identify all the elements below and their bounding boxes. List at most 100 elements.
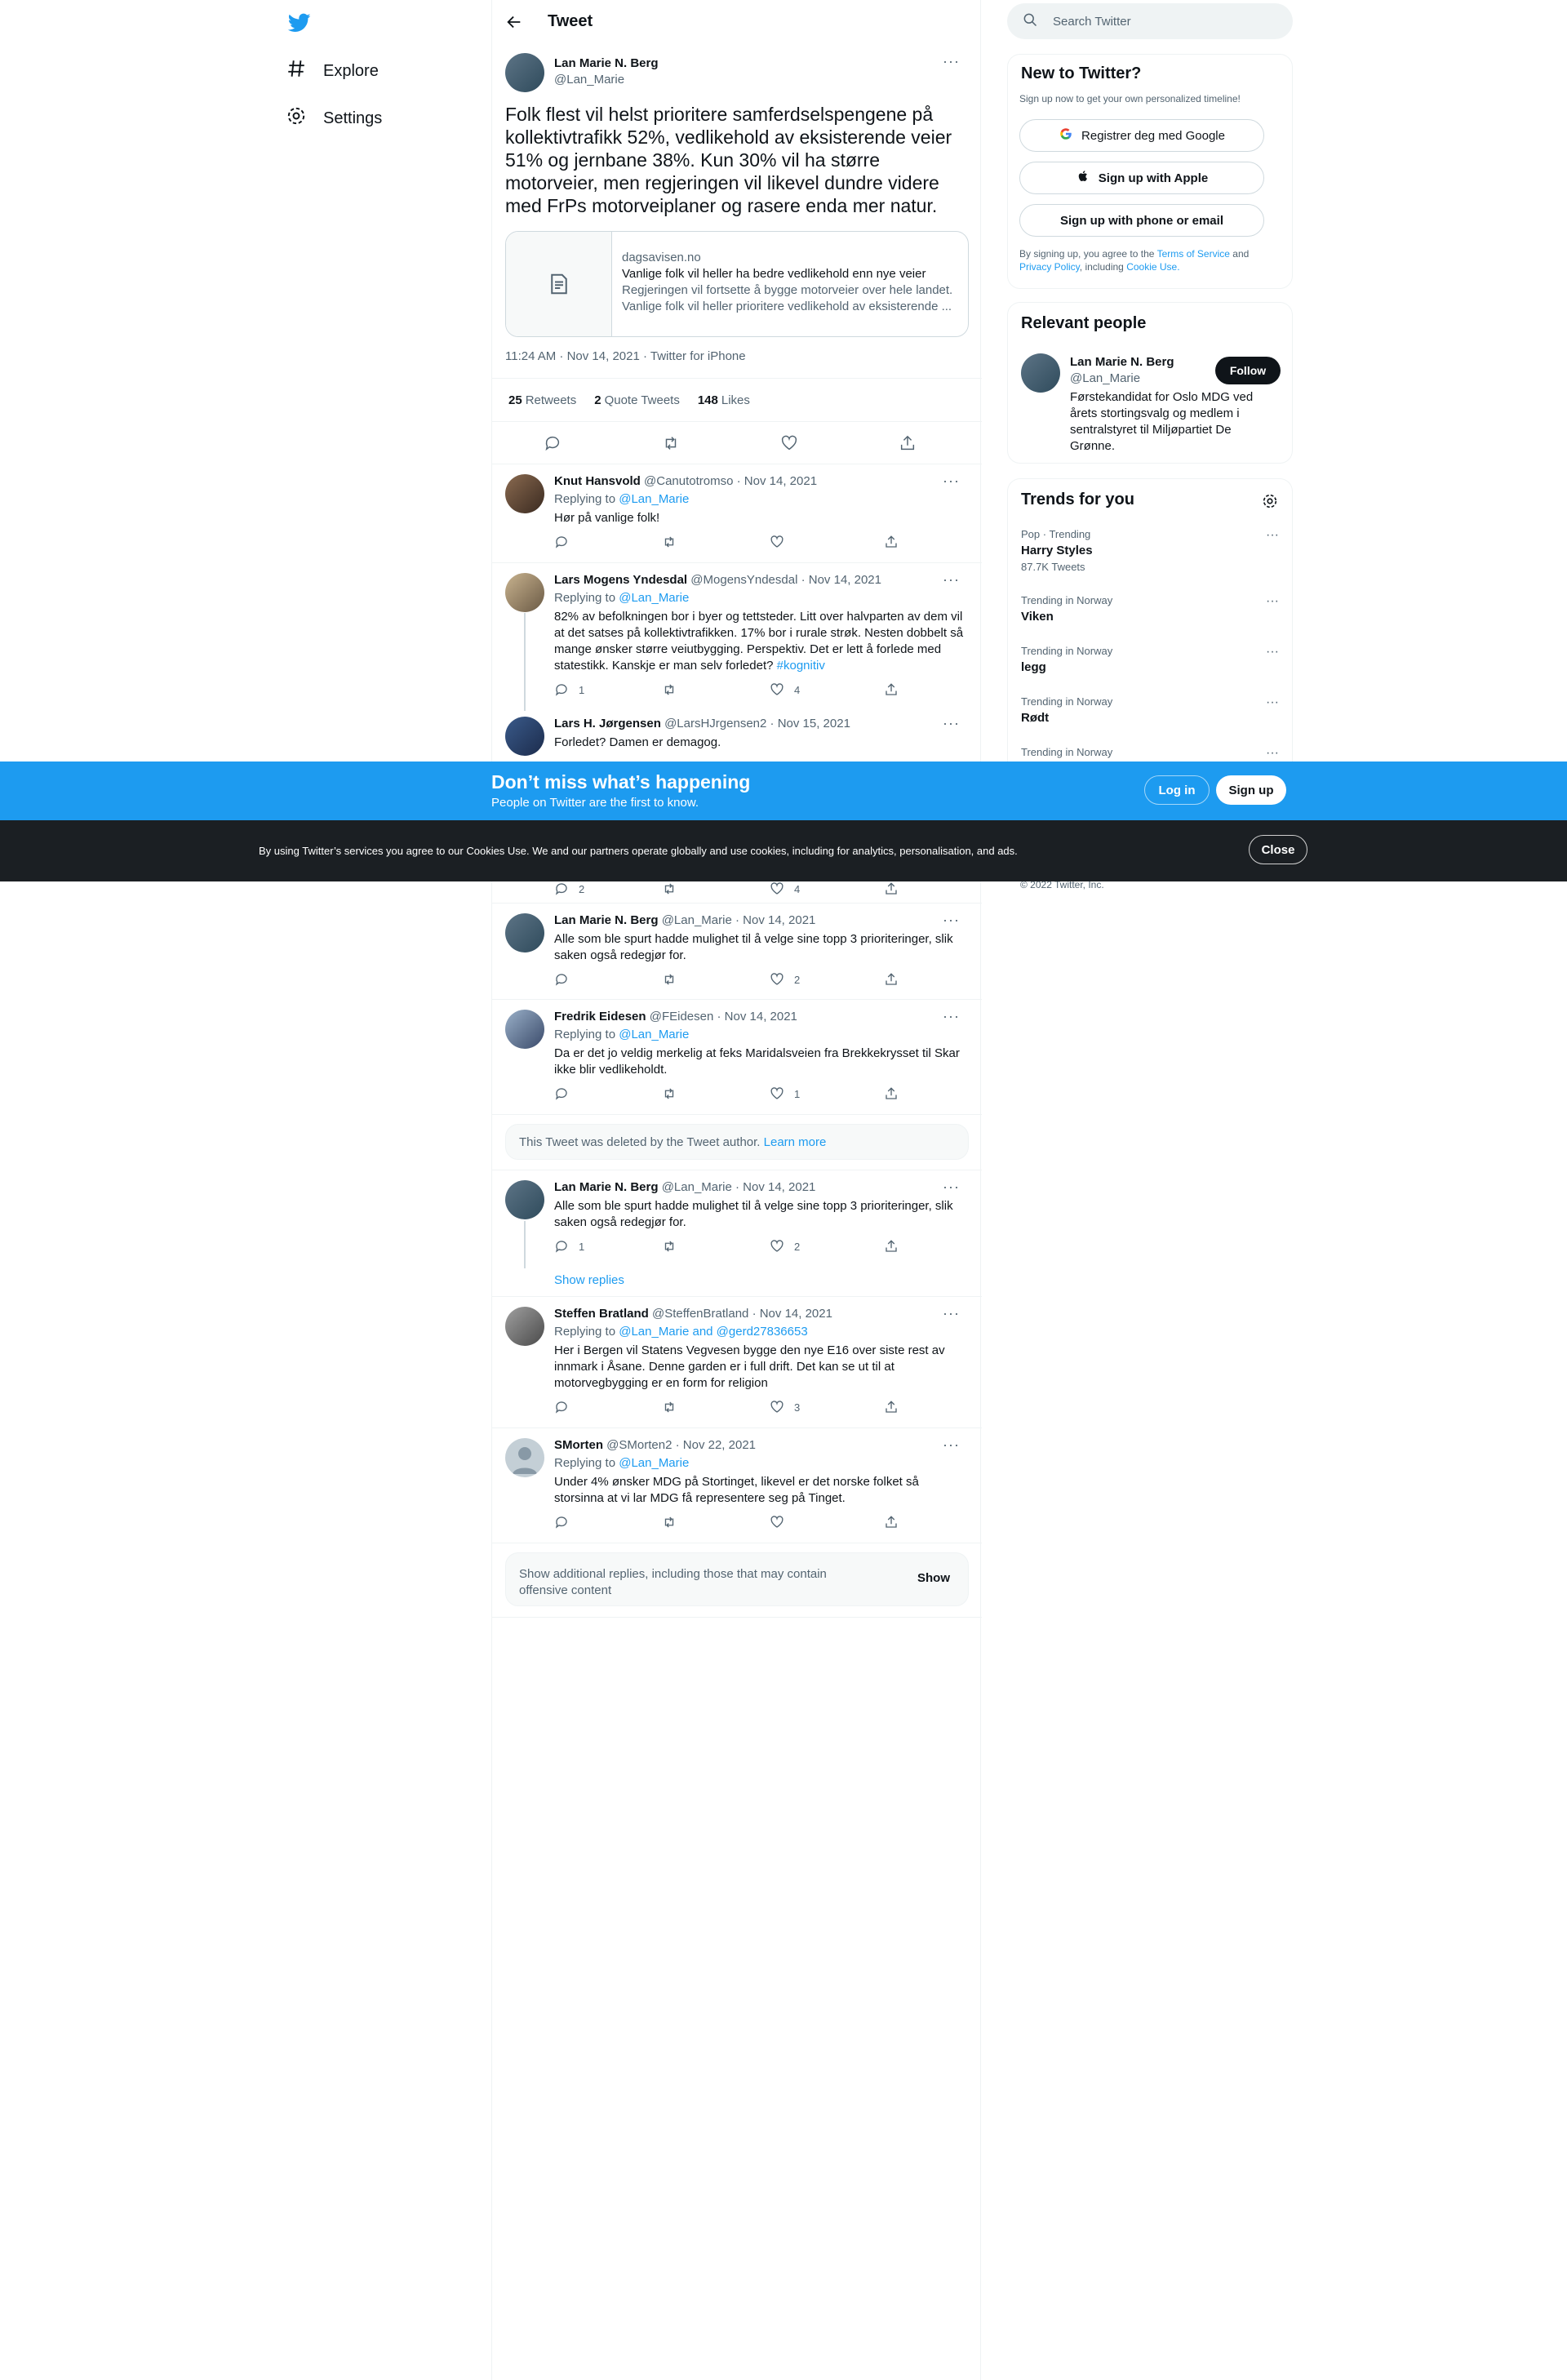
- reply-button[interactable]: [554, 972, 579, 987]
- reply-author-handle[interactable]: @SMorten2: [606, 1438, 672, 1452]
- reply-author-name[interactable]: SMorten: [554, 1438, 603, 1452]
- like-button[interactable]: 4: [770, 682, 800, 697]
- like-button[interactable]: 2: [770, 972, 800, 987]
- show-replies-link[interactable]: Show replies: [554, 1273, 624, 1287]
- reply-button[interactable]: [554, 1086, 579, 1101]
- nav-settings[interactable]: Settings: [286, 102, 382, 135]
- like-button[interactable]: 2: [770, 1239, 800, 1254]
- gear-icon[interactable]: [1261, 492, 1279, 510]
- avatar[interactable]: [505, 1180, 544, 1219]
- reply-tweet[interactable]: Fredrik Eidesen @FEidesen · Nov 14, 2021…: [492, 1000, 982, 1114]
- reply-author-handle[interactable]: @Canutotromso: [644, 474, 733, 488]
- share-button[interactable]: [884, 1515, 908, 1530]
- more-icon[interactable]: ···: [943, 715, 960, 732]
- likes-stat[interactable]: 148 Likes: [698, 393, 750, 407]
- avatar[interactable]: [505, 913, 544, 952]
- more-icon[interactable]: ···: [943, 473, 960, 490]
- more-icon[interactable]: ···: [943, 53, 960, 70]
- reply-button[interactable]: [554, 535, 579, 549]
- more-icon[interactable]: ···: [943, 1436, 960, 1454]
- more-icon[interactable]: ···: [943, 571, 960, 588]
- retweet-icon[interactable]: [662, 434, 680, 452]
- more-icon[interactable]: ···: [1266, 528, 1279, 543]
- like-button[interactable]: 1: [770, 1086, 800, 1101]
- retweet-button[interactable]: [662, 972, 686, 987]
- share-button[interactable]: [884, 1086, 908, 1101]
- avatar[interactable]: [505, 573, 544, 612]
- nav-explore[interactable]: Explore: [286, 55, 379, 87]
- share-button[interactable]: [884, 682, 908, 697]
- reply-author-name[interactable]: Lars Mogens Yndesdal: [554, 573, 687, 587]
- trend-item[interactable]: Trending in Norway legg ···: [1021, 645, 1279, 674]
- trend-item[interactable]: Trending in Norway ···: [1021, 746, 1279, 760]
- retweet-button[interactable]: [662, 1086, 686, 1101]
- avatar[interactable]: [505, 1010, 544, 1049]
- reply-tweet[interactable]: Lan Marie N. Berg @Lan_Marie · Nov 14, 2…: [492, 904, 982, 999]
- retweet-button[interactable]: [662, 535, 686, 549]
- reply-date[interactable]: · Nov 15, 2021: [770, 717, 850, 730]
- more-icon[interactable]: ···: [943, 1179, 960, 1196]
- retweet-button[interactable]: [662, 682, 686, 697]
- author-name[interactable]: Lan Marie N. Berg: [554, 56, 659, 70]
- twitter-logo-icon[interactable]: [286, 11, 313, 34]
- reply-date[interactable]: · Nov 14, 2021: [752, 1307, 832, 1321]
- reply-author-handle[interactable]: @LarsHJrgensen2: [664, 717, 766, 730]
- reply-author-name[interactable]: Steffen Bratland: [554, 1307, 649, 1321]
- show-button[interactable]: Show: [917, 1571, 950, 1585]
- privacy-link[interactable]: Privacy Policy: [1019, 261, 1080, 273]
- more-icon[interactable]: ···: [1266, 594, 1279, 609]
- cookie-link[interactable]: Cookie Use.: [1126, 261, 1179, 273]
- share-icon[interactable]: [899, 434, 917, 452]
- apple-signup-button[interactable]: Sign up with Apple: [1019, 162, 1264, 194]
- replying-to-link[interactable]: @Lan_Marie and @gerd27836653: [619, 1325, 807, 1339]
- reply-date[interactable]: · Nov 14, 2021: [737, 474, 817, 488]
- replying-to-link[interactable]: @Lan_Marie: [619, 1028, 689, 1041]
- more-icon[interactable]: ···: [1266, 695, 1279, 710]
- close-button[interactable]: Close: [1249, 835, 1307, 864]
- reply-author-handle[interactable]: @Lan_Marie: [662, 1180, 732, 1194]
- more-icon[interactable]: ···: [943, 1305, 960, 1322]
- retweet-button[interactable]: [662, 881, 686, 896]
- trend-item[interactable]: Trending in Norway Rødt ···: [1021, 695, 1279, 725]
- reply-date[interactable]: · Nov 14, 2021: [717, 1010, 797, 1023]
- reply-button[interactable]: [554, 1400, 579, 1414]
- reply-tweet[interactable]: Steffen Bratland @SteffenBratland · Nov …: [492, 1297, 982, 1428]
- more-icon[interactable]: ···: [943, 912, 960, 929]
- author-handle[interactable]: @Lan_Marie: [554, 73, 624, 87]
- person-name[interactable]: Lan Marie N. Berg: [1070, 355, 1174, 369]
- reply-author-name[interactable]: Knut Hansvold: [554, 474, 641, 488]
- reply-tweet[interactable]: Lan Marie N. Berg @Lan_Marie · Nov 14, 2…: [492, 1170, 982, 1296]
- reply-author-name[interactable]: Fredrik Eidesen: [554, 1010, 646, 1023]
- like-button[interactable]: [770, 1515, 794, 1530]
- reply-author-handle[interactable]: @MogensYndesdal: [690, 573, 797, 587]
- reply-author-handle[interactable]: @Lan_Marie: [662, 913, 732, 927]
- hashtag-link[interactable]: #kognitiv: [777, 659, 825, 673]
- reply-tweet[interactable]: Knut Hansvold @Canutotromso · Nov 14, 20…: [492, 464, 982, 562]
- show-additional-replies[interactable]: Show additional replies, including those…: [505, 1552, 969, 1606]
- reply-author-handle[interactable]: @SteffenBratland: [652, 1307, 748, 1321]
- replying-to-link[interactable]: @Lan_Marie: [619, 591, 689, 605]
- reply-author-handle[interactable]: @FEidesen: [650, 1010, 714, 1023]
- retweet-button[interactable]: [662, 1515, 686, 1530]
- reply-button[interactable]: 1: [554, 1239, 584, 1254]
- terms-link[interactable]: Terms of Service: [1157, 248, 1230, 260]
- phone-signup-button[interactable]: Sign up with phone or email: [1019, 204, 1264, 237]
- reply-author-name[interactable]: Lars H. Jørgensen: [554, 717, 661, 730]
- like-button[interactable]: 3: [770, 1400, 800, 1414]
- like-button[interactable]: 4: [770, 881, 800, 896]
- share-button[interactable]: [884, 535, 908, 549]
- search-input[interactable]: Search Twitter: [1007, 3, 1293, 39]
- avatar[interactable]: [505, 717, 544, 756]
- more-icon[interactable]: ···: [1266, 645, 1279, 659]
- reply-button[interactable]: [554, 1515, 579, 1530]
- reply-date[interactable]: · Nov 14, 2021: [801, 573, 881, 587]
- replying-to-link[interactable]: @Lan_Marie: [619, 1456, 689, 1470]
- retweet-button[interactable]: [662, 1239, 686, 1254]
- reply-date[interactable]: · Nov 22, 2021: [676, 1438, 756, 1452]
- like-button[interactable]: [770, 535, 794, 549]
- signup-button[interactable]: Sign up: [1216, 775, 1286, 805]
- avatar[interactable]: [505, 1307, 544, 1346]
- like-icon[interactable]: [780, 434, 798, 452]
- default-avatar-icon[interactable]: [505, 1438, 544, 1477]
- reply-author-name[interactable]: Lan Marie N. Berg: [554, 1180, 659, 1194]
